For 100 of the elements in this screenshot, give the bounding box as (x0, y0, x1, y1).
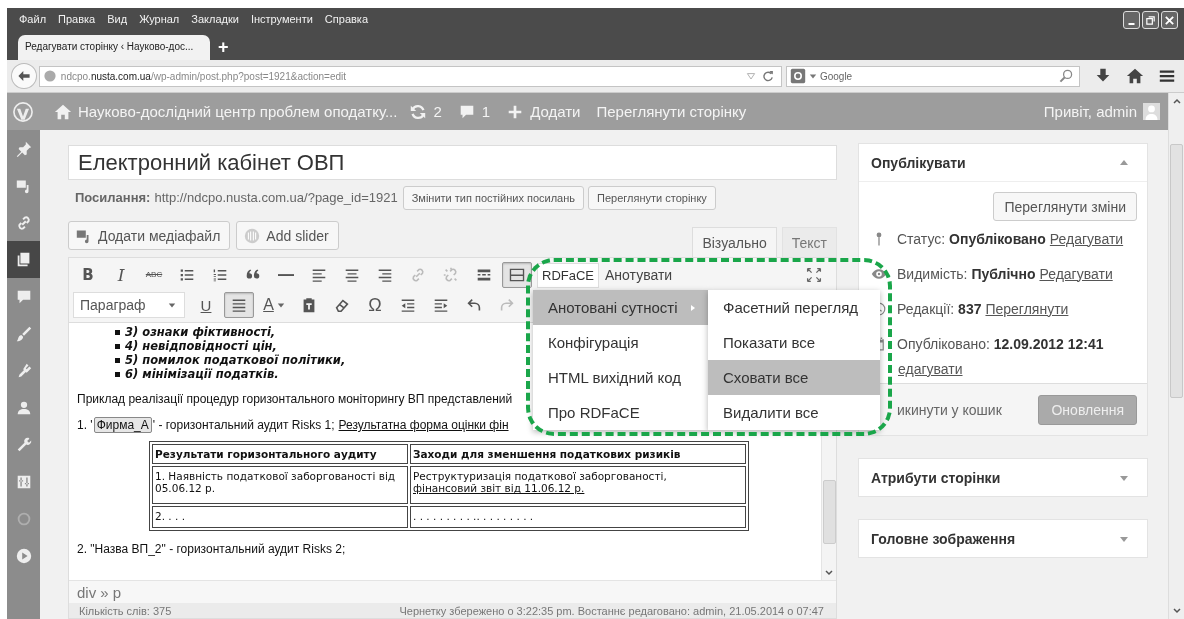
menu-item[interactable]: Фасетний перегляд (708, 290, 880, 325)
word-count: Кількість слів: 375 (79, 604, 172, 617)
table-cell: 1. Наявність податкової заборгованості від 05.06.12 р. (155, 470, 396, 494)
editor-tab[interactable]: Візуально (692, 227, 777, 257)
menu-item[interactable]: Інструменти (244, 13, 319, 25)
reload-icon[interactable] (760, 69, 775, 83)
menu-item[interactable]: Конфігурація (533, 325, 708, 360)
search-engine-icon (789, 68, 806, 84)
rdface-button[interactable]: RDFaCE (537, 262, 599, 288)
play-icon (14, 546, 33, 565)
kitchen-icon (508, 266, 526, 284)
browser-tab[interactable]: Редагувати сторінку ‹ Науково-дос... (18, 35, 210, 60)
search-icon (1058, 68, 1074, 84)
text-color-button[interactable]: A (257, 292, 291, 318)
editor-tab[interactable]: Текст (781, 227, 837, 257)
caret-icon (276, 301, 285, 309)
menu-item[interactable]: Анотовані сутності (533, 290, 708, 325)
add-slider-button[interactable]: Add slider (236, 221, 339, 250)
address-bar[interactable]: ndcpo.nusta.com.ua/wp-admin/post.php?post=1921&action=edit (38, 65, 782, 87)
publish-info: Видимість: Публічно (897, 265, 1036, 282)
list-item: 6) мінімізації податків. (125, 367, 279, 381)
edit-link[interactable]: Редагувати (1039, 265, 1113, 282)
menu-item[interactable]: Закладки (185, 13, 245, 25)
menu-item[interactable]: Правка (52, 13, 102, 25)
permalink-url[interactable]: http://ndcpo.nusta.com.ua/?page_id=1921 (154, 190, 398, 205)
publish-info: Статус: Опубліковано (897, 230, 1046, 247)
publish-info: Опубліковано: 12.09.2012 12:41 (897, 335, 1104, 352)
entity-tag[interactable]: Фирма_А (93, 417, 152, 433)
edit-link[interactable]: Переглянути (985, 300, 1069, 317)
list-item: 4) невідповідності цін, (125, 339, 277, 353)
permalink-button[interactable]: Переглянути сторінку (588, 185, 716, 210)
edit-link[interactable]: едагувати (898, 361, 963, 377)
table-header: Заходи для зменшення податкових ризиків (410, 444, 746, 464)
url-text: ndcpo.nusta.com.ua/wp-admin/post.php?post=1921&action=edit (60, 70, 348, 82)
back-arrow-icon (16, 69, 31, 83)
panel-title: Атрибути сторінки (871, 469, 1001, 486)
search-box[interactable]: Google (785, 65, 1080, 87)
search-field[interactable]: Google (819, 70, 1055, 82)
back-button[interactable] (11, 63, 37, 89)
menu-item[interactable]: HTML вихідний код (533, 360, 708, 395)
globe-icon (42, 69, 57, 83)
restore-button[interactable] (1142, 11, 1159, 29)
save-status: Чернетку збережено о 3:22:35 pm. Востаннє редаговано: admin, 21.05.2014 о 07:47 (399, 604, 824, 617)
refresh-icon[interactable] (409, 102, 428, 121)
bold-button[interactable]: B (73, 262, 103, 288)
page-scrollbar[interactable] (1168, 93, 1184, 619)
special-character-button[interactable]: Ω (360, 292, 390, 318)
list-number: 1. ' (77, 418, 93, 432)
element-path: div » p (77, 583, 122, 601)
menu-item[interactable]: Сховати все (708, 360, 880, 395)
slider-icon (243, 226, 262, 245)
link-icon (409, 266, 427, 284)
minimize-icon (1128, 22, 1135, 25)
dropdown-icon (744, 70, 757, 82)
close-button[interactable] (1161, 11, 1178, 29)
menu-item[interactable]: Файл (13, 13, 53, 25)
title-field[interactable]: Електронний кабінет ОВП (68, 145, 837, 180)
sidebar-item[interactable] (7, 241, 40, 278)
scroll-up-icon (1171, 96, 1182, 106)
document-link[interactable]: Результатна форма оцінки фін (338, 418, 509, 432)
minimize-button[interactable] (1123, 11, 1140, 29)
table-cell: . . . . . . . . . .. . . . . . . . . (413, 510, 534, 522)
unlink-icon (442, 266, 460, 284)
pin-icon (14, 139, 33, 158)
document-link[interactable]: фінансовий звіт від 11.06.12 р. (413, 482, 743, 494)
toolbar-toggle-button[interactable] (502, 262, 532, 288)
caret-icon (808, 72, 817, 80)
edit-link[interactable]: Редагувати (1049, 230, 1124, 247)
permalink-button[interactable]: Змінити тип постійних посилань (402, 185, 584, 210)
menu-item[interactable]: Про RDFaCE (533, 395, 708, 430)
brush-icon (14, 324, 33, 343)
panel-title: Головне зображення (871, 530, 1016, 547)
italic-button[interactable]: I (106, 262, 136, 288)
add-media-button[interactable]: Додати медіафайл (68, 221, 231, 250)
strikethrough-button[interactable]: ABC (139, 262, 169, 288)
trash-link[interactable]: икинути у кошик (897, 401, 1002, 418)
paragraph: 2. "Назва ВП_2" - горизонтальний аудит Risks 2; (77, 542, 347, 556)
bullet-icon (115, 357, 120, 363)
menu-item[interactable]: Справка (318, 13, 374, 25)
paragraph: Приклад реалізації процедур горизонтального моніторингу ВП представлений (77, 392, 514, 406)
paragraph: ' - горизонтальний аудит Risks 1; (152, 418, 335, 432)
underline-button[interactable]: U (191, 292, 221, 318)
bullet-icon (115, 343, 120, 349)
hr-icon (278, 273, 294, 277)
scroll-down-icon (824, 568, 834, 578)
preview-changes-button[interactable]: Переглянути зміни (993, 192, 1137, 221)
menu-item[interactable]: Вид (101, 13, 134, 25)
home-icon[interactable] (1126, 67, 1144, 85)
fullscreen-icon[interactable] (806, 267, 822, 283)
menu-item[interactable]: Показати все (708, 325, 880, 360)
bullet-icon (115, 329, 120, 335)
menu-item[interactable]: Видалити все (708, 395, 880, 430)
site-logo-icon[interactable] (12, 100, 34, 123)
justify-button[interactable] (224, 292, 254, 318)
list-item: 3) ознаки фіктивності, (125, 325, 276, 339)
menu-item[interactable]: Журнал (133, 13, 186, 25)
bullet-icon (115, 371, 120, 377)
annotate-button[interactable]: Анотувати (599, 262, 679, 288)
new-tab-button[interactable]: + (210, 37, 237, 60)
format-select[interactable]: Параграф (73, 292, 185, 318)
